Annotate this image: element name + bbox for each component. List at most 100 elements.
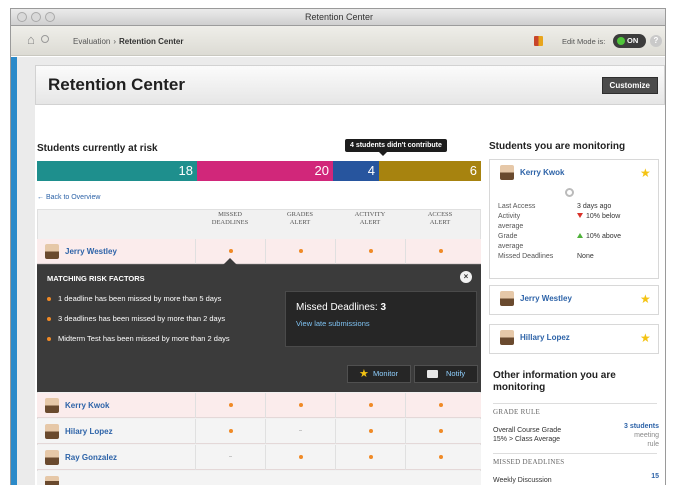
grade-rule-label: Overall Course Grade 15% > Class Average (493, 426, 561, 444)
alert-cell (195, 419, 265, 444)
monitored-student-card[interactable]: Kerry Kwok ★ Last Access 3 days ago Activi… (489, 159, 659, 279)
stat-value-text: 10% above (586, 233, 622, 240)
alert-dot-icon (369, 429, 373, 433)
no-alert-dash (229, 456, 232, 457)
arrow-down-icon (577, 213, 583, 218)
column-header-line: ALERT (359, 219, 381, 226)
risk-factor-text: Midterm Test has been missed by more tha… (58, 334, 230, 343)
star-icon[interactable]: ★ (640, 167, 651, 179)
breadcrumb: Evaluation › Retention Center (73, 37, 183, 46)
missed-deadline-count-link[interactable]: 15 (651, 472, 659, 481)
risk-segment-missed-deadlines[interactable]: 18 (37, 161, 197, 181)
home-menu-icon[interactable] (41, 35, 49, 43)
stat-label: Grade (498, 233, 518, 240)
alert-cell (265, 419, 335, 444)
toggle-on-indicator-icon (617, 37, 625, 45)
column-header-grades-alert[interactable]: GRADES ALERT (265, 211, 335, 227)
table-row[interactable]: Jerry Westley (37, 239, 481, 264)
column-header-line: ACCESS (427, 211, 453, 218)
grade-rule-label-line: 15% > Class Average (493, 436, 560, 443)
notify-button[interactable]: Notify (414, 365, 478, 383)
window-title: Retention Center (304, 12, 374, 22)
alert-cell (405, 393, 475, 418)
monitor-button[interactable]: ★ Monitor (347, 365, 411, 383)
star-icon[interactable]: ★ (640, 332, 651, 344)
bullet-icon (47, 317, 51, 322)
close-icon[interactable]: × (460, 271, 472, 283)
page-title: Retention Center (48, 75, 185, 94)
panel-title: MATCHING RISK FACTORS (47, 274, 145, 283)
risk-factors-panel: MATCHING RISK FACTORS × 1 deadline has b… (37, 258, 481, 392)
student-name-link[interactable]: Kerry Kwok (520, 168, 564, 177)
avatar (500, 330, 514, 345)
alert-dot-icon (439, 429, 443, 433)
stat-label: Missed Deadlines (498, 253, 554, 260)
notify-button-label: Notify (446, 369, 466, 378)
student-name-link[interactable]: Jerry Westley (65, 247, 117, 256)
missed-deadlines-section-title: MISSED DEADLINES (493, 458, 565, 466)
column-header-missed-deadlines[interactable]: MISSED DEADLINES (195, 211, 265, 227)
column-header-activity-alert[interactable]: ACTIVITY ALERT (335, 211, 405, 227)
grade-rule-students-link[interactable]: 3 students (624, 422, 659, 431)
alert-dot-icon (229, 429, 233, 433)
grade-rule-sub: rule (647, 441, 659, 448)
stat-value-text: 10% below (586, 213, 621, 220)
customize-button[interactable]: Customize (601, 77, 658, 94)
book-icon[interactable] (534, 36, 543, 46)
column-header-line: ALERT (289, 219, 311, 226)
avatar (500, 291, 514, 306)
stat-label: Activity (498, 213, 521, 220)
back-to-overview-link[interactable]: ← Back to Overview (37, 194, 100, 201)
stat-value: None (577, 252, 594, 261)
risk-factor-item: Midterm Test has been missed by more tha… (47, 334, 230, 343)
gear-icon[interactable] (565, 188, 574, 197)
edit-mode-toggle[interactable]: ON (613, 34, 646, 48)
stat-value: 10% below (577, 212, 620, 221)
stat-label: Last Access (498, 203, 536, 210)
student-name-link[interactable]: Kerry Kwok (65, 401, 109, 410)
missed-deadlines-title: Missed Deadlines: (296, 302, 378, 313)
breadcrumb-evaluation[interactable]: Evaluation (73, 37, 110, 46)
arrow-up-icon (577, 233, 583, 238)
monitored-student-card[interactable]: Jerry Westley ★ (489, 285, 659, 315)
monitor-button-label: Monitor (373, 369, 399, 378)
help-icon[interactable]: ? (650, 35, 662, 47)
divider (493, 453, 657, 454)
table-row[interactable]: Ray Gonzalez (37, 445, 481, 470)
right-sidebar: Students you are monitoring Kerry Kwok ★… (487, 105, 665, 485)
alert-dot-icon (299, 249, 303, 253)
alert-cell (195, 393, 265, 418)
grade-rule-label-line: Overall Course Grade (493, 427, 562, 434)
risk-segment-access[interactable]: 6 (379, 161, 481, 181)
star-icon[interactable]: ★ (640, 293, 651, 305)
risk-segment-grades[interactable]: 20 (197, 161, 333, 181)
table-row[interactable]: Hilary Lopez (37, 419, 481, 444)
alert-cell (265, 393, 335, 418)
grade-rule-sub: meeting (634, 432, 659, 439)
monitored-student-card[interactable]: Hillary Lopez ★ (489, 324, 659, 354)
alert-cell (335, 239, 405, 264)
risk-factor-item: 3 deadlines has been missed by more than… (47, 314, 225, 323)
risk-factor-text: 3 deadlines has been missed by more than… (58, 314, 226, 323)
column-header-access-alert[interactable]: ACCESS ALERT (405, 211, 475, 227)
student-name-link[interactable]: Hillary Lopez (520, 333, 570, 342)
student-name-link[interactable]: Hilary Lopez (65, 427, 113, 436)
home-icon[interactable]: ⌂ (27, 33, 35, 47)
view-late-submissions-link[interactable]: View late submissions (296, 319, 370, 328)
risk-segment-activity[interactable]: 4 (333, 161, 379, 181)
student-name-link[interactable]: Ray Gonzalez (65, 453, 117, 462)
page-content: Retention Center Customize Students curr… (17, 57, 665, 485)
breadcrumb-separator: › (113, 37, 117, 46)
browser-window: Retention Center ⌂ Evaluation › Retention … (10, 8, 666, 485)
alert-cell (405, 239, 475, 264)
student-name-link[interactable]: Jerry Westley (520, 294, 572, 303)
stat-label: average (498, 223, 524, 230)
edit-mode-label: Edit Mode is: (562, 37, 606, 46)
page-header: Retention Center Customize (35, 65, 665, 105)
table-row[interactable]: Kerry Kwok (37, 393, 481, 418)
column-header-line: MISSED (218, 211, 242, 218)
at-risk-heading: Students currently at risk (37, 143, 158, 154)
main-panel: Students currently at risk 4 students di… (35, 105, 665, 485)
column-header-line: ACTIVITY (354, 211, 386, 218)
alert-dot-icon (439, 403, 443, 407)
